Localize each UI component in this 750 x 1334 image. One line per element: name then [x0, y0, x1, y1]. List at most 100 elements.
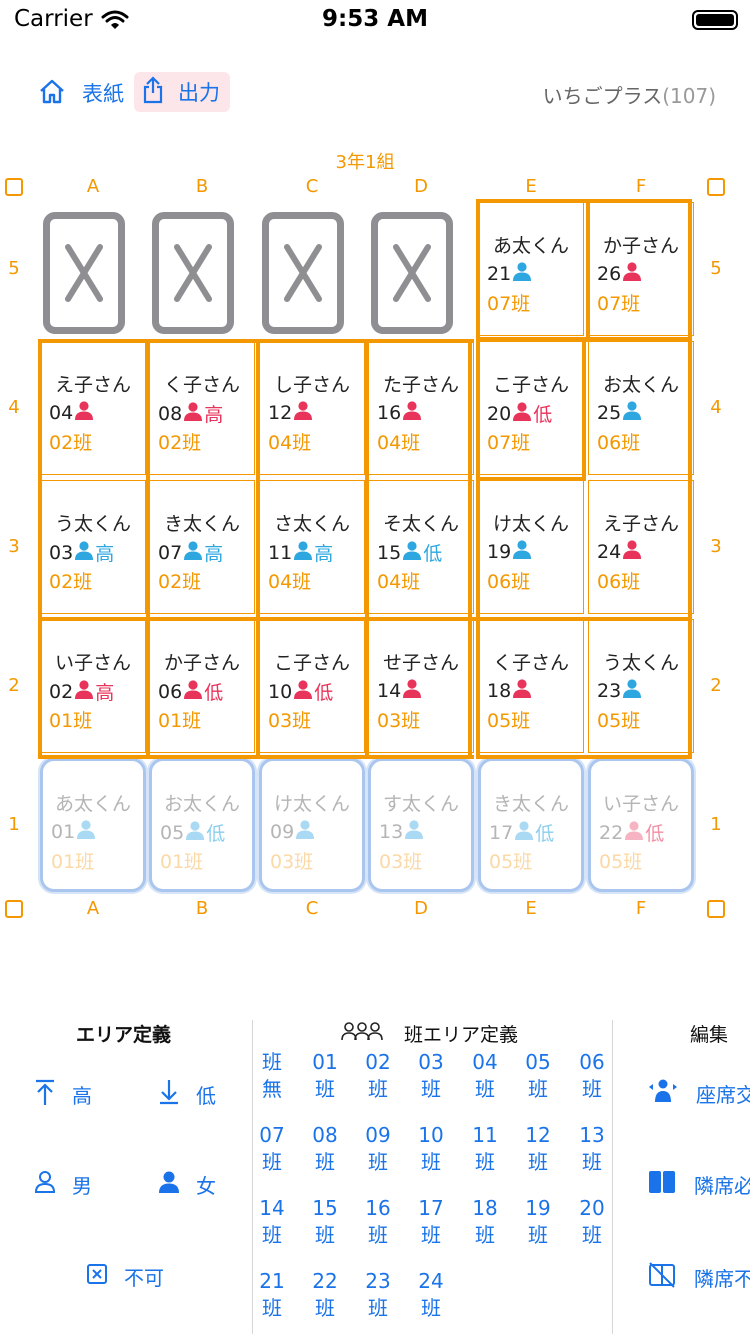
student-name: え子さん — [602, 513, 679, 535]
group-22-button[interactable]: 22 班 — [305, 1268, 345, 1322]
row-label-4: 4 — [710, 397, 722, 418]
seat-b3[interactable]: き太くん 07 高 02班 — [149, 480, 255, 614]
seat-c1[interactable]: け太くん 09 03班 — [259, 758, 365, 892]
student-number-line: 02 高 — [49, 678, 114, 705]
group-zone-border — [146, 341, 150, 757]
group-none-button[interactable]: 班無 — [252, 1049, 292, 1103]
seat-d3[interactable]: そ太くん 15 低 04班 — [368, 480, 474, 614]
seat-b1[interactable]: お太くん 05 低 01班 — [149, 758, 255, 892]
seat-d4[interactable]: た子さん 16 04班 — [368, 341, 474, 475]
seat-e4[interactable]: こ子さん 20 低 07班 — [478, 341, 584, 475]
female-icon — [621, 261, 643, 286]
seat-f2[interactable]: う太くん 23 05班 — [588, 619, 694, 753]
group-button-line1: 14 — [259, 1196, 285, 1220]
seat-b5[interactable] — [149, 202, 255, 336]
group-03-button[interactable]: 03 班 — [411, 1049, 451, 1103]
seat-a4[interactable]: え子さん 04 02班 — [40, 341, 146, 475]
seat-e5[interactable]: あ太くん 21 07班 — [478, 202, 584, 336]
corner-select-checkbox[interactable] — [5, 178, 23, 196]
group-06-button[interactable]: 06 班 — [572, 1049, 612, 1103]
edit-title: 編集 — [690, 1024, 729, 1046]
student-group: 03班 — [270, 851, 314, 873]
student-name: う太くん — [54, 513, 131, 535]
seat-f1[interactable]: い子さん 22 低 05班 — [588, 758, 694, 892]
seat-c3[interactable]: さ太くん 11 高 04班 — [259, 480, 365, 614]
group-01-button[interactable]: 01 班 — [305, 1049, 345, 1103]
group-04-button[interactable]: 04 班 — [465, 1049, 505, 1103]
seat-c2[interactable]: こ子さん 10 低 03班 — [259, 619, 365, 753]
student-group: 05班 — [489, 851, 533, 873]
seat-a5[interactable] — [40, 202, 146, 336]
student-group: 06班 — [597, 432, 641, 454]
student-number: 18 — [487, 679, 512, 702]
corner-select-checkbox[interactable] — [707, 178, 725, 196]
seat-e1[interactable]: き太くん 17 低 05班 — [478, 758, 584, 892]
seat-d2[interactable]: せ子さん 14 03班 — [368, 619, 474, 753]
seat-swap-button[interactable]: 座席交 — [648, 1078, 750, 1109]
group-20-button[interactable]: 20 班 — [572, 1195, 612, 1249]
group-05-button[interactable]: 05 班 — [518, 1049, 558, 1103]
student-number-line: 10 低 — [268, 678, 333, 705]
seat-a2[interactable]: い子さん 02 高 01班 — [40, 619, 146, 753]
area-high-button[interactable]: 高 — [34, 1078, 92, 1111]
group-23-button[interactable]: 23 班 — [358, 1268, 398, 1322]
app-count: (107) — [662, 84, 716, 108]
export-button[interactable]: 出力 — [134, 72, 230, 112]
group-14-button[interactable]: 14 班 — [252, 1195, 292, 1249]
neighbor-required-button[interactable]: 隣席必 — [648, 1170, 750, 1199]
area-male-button[interactable]: 男 — [34, 1170, 92, 1199]
group-13-button[interactable]: 13 班 — [572, 1122, 612, 1176]
column-label-e: E — [525, 898, 537, 919]
seat-e3[interactable]: け太くん 19 06班 — [478, 480, 584, 614]
group-02-button[interactable]: 02 班 — [358, 1049, 398, 1103]
student-number-line: 11 高 — [268, 539, 333, 566]
group-12-button[interactable]: 12 班 — [518, 1122, 558, 1176]
student-level: 高 — [95, 543, 115, 565]
row-label-1: 1 — [710, 814, 722, 835]
seat-c4[interactable]: し子さん 12 04班 — [259, 341, 365, 475]
area-female-button[interactable]: 女 — [158, 1170, 216, 1199]
seat-f3[interactable]: え子さん 24 06班 — [588, 480, 694, 614]
student-level: 高 — [95, 682, 115, 704]
area-disallow-button[interactable]: 不可 — [86, 1262, 164, 1291]
group-09-button[interactable]: 09 班 — [358, 1122, 398, 1176]
group-07-button[interactable]: 07 班 — [252, 1122, 292, 1176]
seat-b2[interactable]: か子さん 06 低 01班 — [149, 619, 255, 753]
column-label-b: B — [195, 176, 209, 197]
student-number-line: 15 低 — [377, 539, 442, 566]
student-number-line: 20 低 — [487, 400, 552, 427]
seat-a1[interactable]: あ太くん 01 01班 — [40, 758, 146, 892]
neighbor-forbidden-button[interactable]: 隣席不 — [648, 1262, 750, 1293]
group-21-button[interactable]: 21 班 — [252, 1268, 292, 1322]
group-24-button[interactable]: 24 班 — [411, 1268, 451, 1322]
group-18-button[interactable]: 18 班 — [465, 1195, 505, 1249]
seat-e2[interactable]: く子さん 18 05班 — [478, 619, 584, 753]
seat-f5[interactable]: か子さん 26 07班 — [588, 202, 694, 336]
corner-select-checkbox[interactable] — [5, 900, 23, 918]
group-button-line2: 班 — [475, 1223, 495, 1247]
student-name: す太くん — [382, 793, 459, 815]
area-low-button[interactable]: 低 — [158, 1078, 216, 1111]
group-button-line1: 13 — [579, 1123, 605, 1147]
student-number-line: 24 — [597, 539, 643, 564]
group-10-button[interactable]: 10 班 — [411, 1122, 451, 1176]
group-11-button[interactable]: 11 班 — [465, 1122, 505, 1176]
corner-select-checkbox[interactable] — [707, 900, 725, 918]
seat-c5[interactable] — [259, 202, 365, 336]
group-19-button[interactable]: 19 班 — [518, 1195, 558, 1249]
seat-a3[interactable]: う太くん 03 高 02班 — [40, 480, 146, 614]
female-icon — [182, 679, 204, 704]
seat-b4[interactable]: く子さん 08 高 02班 — [149, 341, 255, 475]
group-zone-border — [256, 341, 260, 757]
seat-d1[interactable]: す太くん 13 03班 — [368, 758, 474, 892]
group-08-button[interactable]: 08 班 — [305, 1122, 345, 1176]
group-16-button[interactable]: 16 班 — [358, 1195, 398, 1249]
group-15-button[interactable]: 15 班 — [305, 1195, 345, 1249]
group-button-line1: 08 — [312, 1123, 338, 1147]
seat-d5[interactable] — [368, 202, 474, 336]
student-number-line: 06 低 — [158, 678, 223, 705]
group-17-button[interactable]: 17 班 — [411, 1195, 451, 1249]
seat-f4[interactable]: お太くん 25 06班 — [588, 341, 694, 475]
cover-button[interactable]: 表紙 — [38, 76, 124, 110]
student-name: そ太くん — [382, 513, 459, 535]
